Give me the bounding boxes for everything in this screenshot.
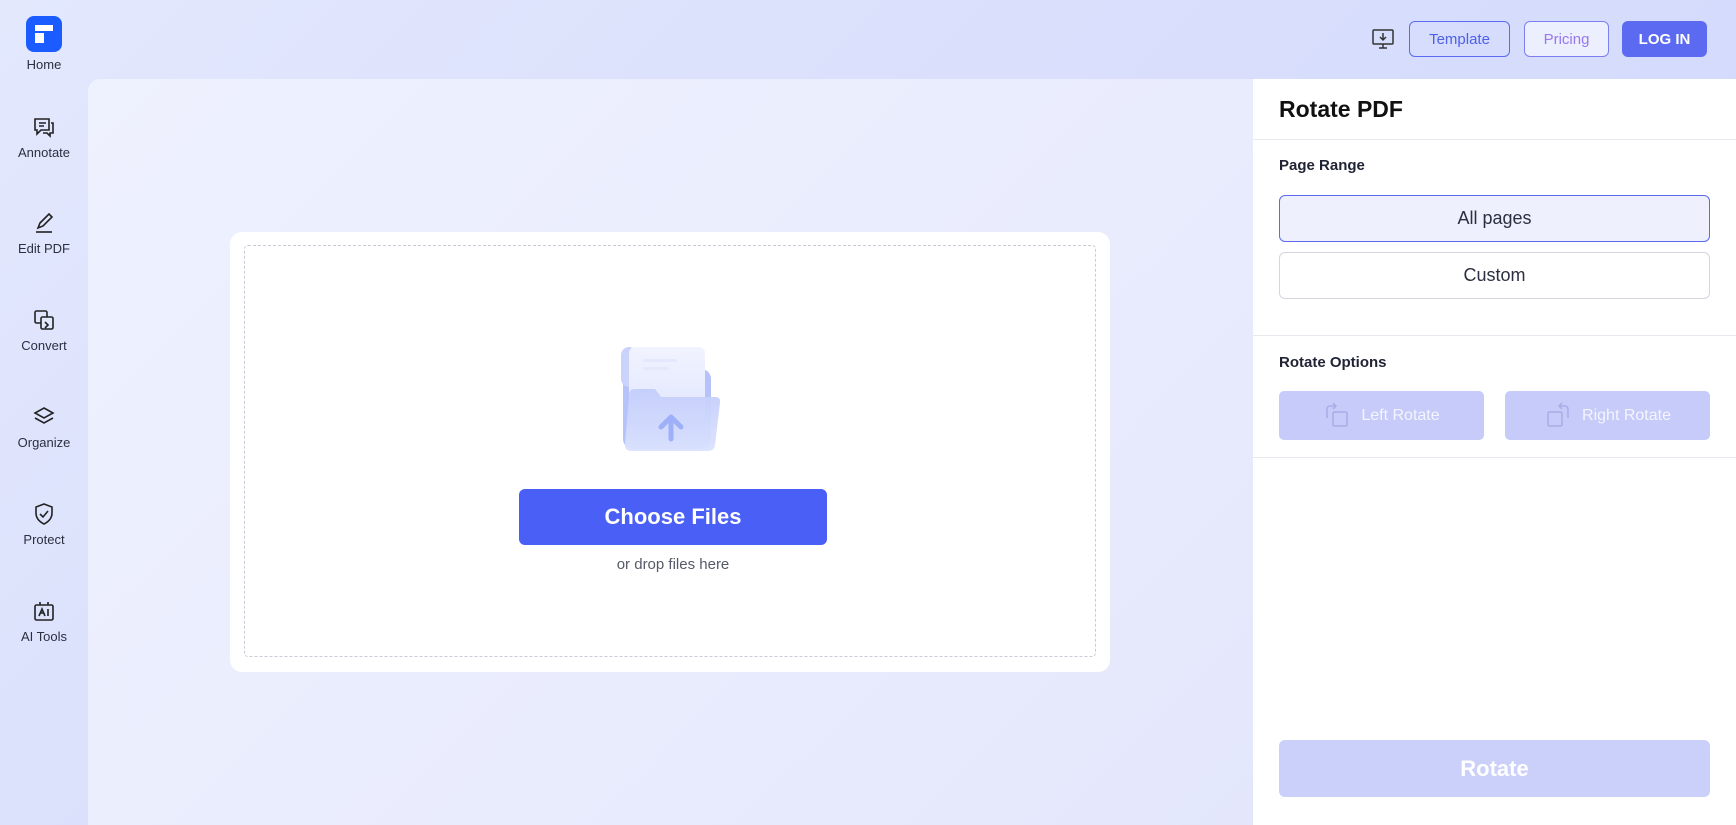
- choose-files-button[interactable]: Choose Files: [519, 489, 827, 545]
- desktop-download-icon: [1372, 29, 1394, 49]
- main-workspace: Choose Files or drop files here: [88, 79, 1253, 825]
- protect-icon: [35, 503, 53, 525]
- sidebar-item-annotate[interactable]: Annotate: [0, 114, 88, 160]
- right-rotate-label: Right Rotate: [1582, 406, 1671, 424]
- edit-pdf-icon: [36, 212, 54, 233]
- rotate-left-icon: [1326, 401, 1349, 427]
- sidebar-item-label: AI Tools: [20, 629, 67, 644]
- convert-icon: [34, 310, 54, 330]
- sidebar-item-label: Organize: [17, 435, 71, 450]
- sidebar-item-edit-pdf[interactable]: Edit PDF: [0, 210, 88, 256]
- left-rotate-button[interactable]: Left Rotate: [1279, 391, 1484, 440]
- sidebar-item-label: Protect: [23, 532, 65, 547]
- annotate-icon: [34, 118, 54, 138]
- page-range-label: Page Range: [1279, 157, 1365, 174]
- sidebar-item-ai-tools[interactable]: AI Tools: [0, 598, 88, 644]
- pricing-button[interactable]: Pricing: [1524, 21, 1609, 57]
- download-desktop-button[interactable]: [1370, 21, 1396, 57]
- rotate-button[interactable]: Rotate: [1279, 740, 1710, 797]
- ai-tools-icon: [34, 602, 54, 621]
- divider: [1253, 457, 1736, 458]
- sidebar-item-organize[interactable]: Organize: [0, 404, 88, 450]
- login-button[interactable]: LOG IN: [1622, 21, 1707, 57]
- panel-title: Rotate PDF: [1279, 96, 1403, 122]
- sidebar-home[interactable]: Home: [0, 16, 88, 72]
- sidebar-home-label: Home: [26, 57, 62, 72]
- sidebar: Home Annotate Edit PDF Convert Organize …: [0, 0, 88, 825]
- range-option-all-pages[interactable]: All pages: [1279, 195, 1710, 242]
- app-logo: [26, 16, 62, 52]
- folder-upload-illustration: [621, 347, 721, 451]
- upload-card: Choose Files or drop files here: [230, 232, 1110, 672]
- sidebar-item-protect[interactable]: Protect: [0, 501, 88, 547]
- rotate-right-icon: [1547, 401, 1569, 427]
- divider: [1253, 139, 1736, 140]
- left-rotate-label: Left Rotate: [1361, 406, 1440, 424]
- right-rotate-button[interactable]: Right Rotate: [1505, 391, 1710, 440]
- template-button[interactable]: Template: [1409, 21, 1510, 57]
- rotate-options-label: Rotate Options: [1279, 354, 1387, 371]
- file-drop-zone[interactable]: Choose Files or drop files here: [244, 245, 1096, 657]
- sidebar-item-label: Annotate: [17, 145, 71, 160]
- rotate-settings-panel: Rotate PDF Page Range All pages Custom R…: [1253, 79, 1736, 825]
- range-option-custom[interactable]: Custom: [1279, 252, 1710, 299]
- divider: [1253, 335, 1736, 336]
- sidebar-item-convert[interactable]: Convert: [0, 307, 88, 353]
- sidebar-item-label: Convert: [21, 338, 67, 353]
- drop-files-hint: or drop files here: [616, 556, 730, 573]
- sidebar-item-label: Edit PDF: [17, 241, 70, 256]
- organize-icon: [33, 407, 55, 424]
